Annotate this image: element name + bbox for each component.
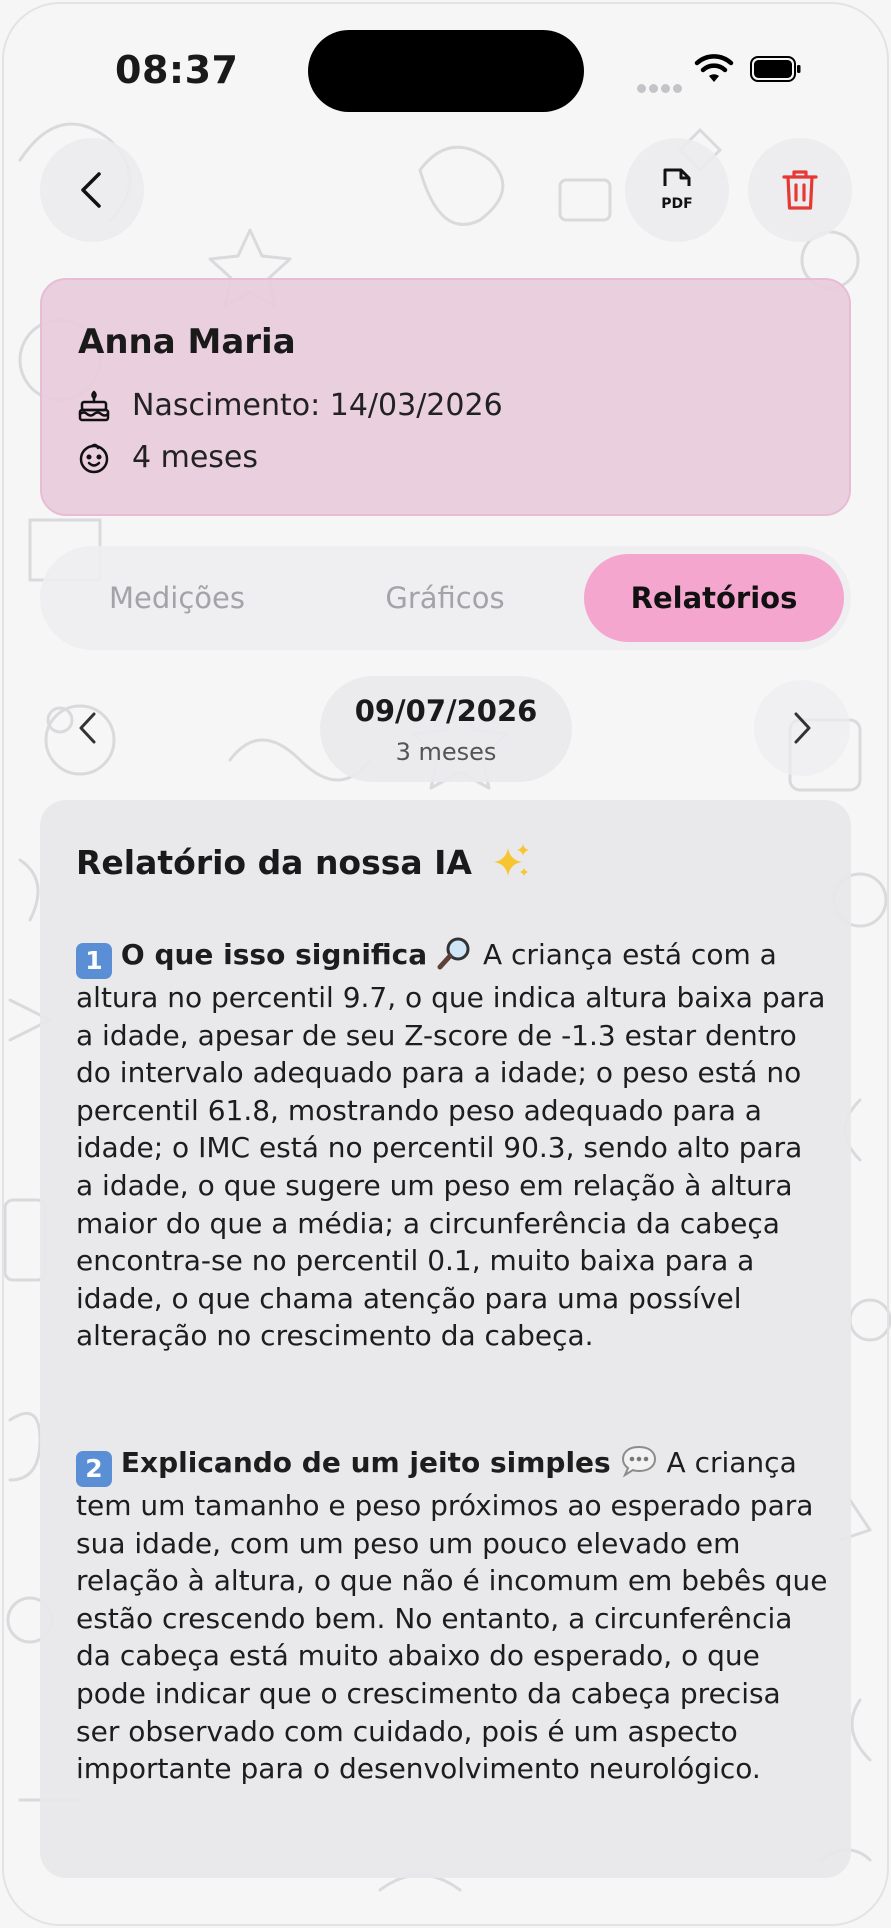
wifi-icon <box>694 54 734 82</box>
next-report-button[interactable] <box>754 680 850 776</box>
ai-report-card: Relatório da nossa IA 1 O que isso signi… <box>40 800 851 1878</box>
tab-medicoes[interactable]: Medições <box>40 554 314 642</box>
section-body: A criança tem um tamanho e peso próximos… <box>76 1446 828 1786</box>
speech-bubble-icon <box>621 1445 656 1478</box>
child-name: Anna Maria <box>78 322 296 362</box>
report-title: Relatório da nossa IA <box>76 842 532 882</box>
report-section-meaning: 1 O que isso significa A criança está co… <box>76 936 828 1355</box>
dynamic-island <box>308 30 584 112</box>
battery-icon <box>750 56 801 82</box>
magnifier-icon <box>437 937 470 970</box>
chevron-left-icon <box>79 712 96 744</box>
trash-icon <box>782 170 818 210</box>
app-screen: 08:37 PDF Anna Maria Nascimento: 14/03/2… <box>0 0 891 1928</box>
delete-button[interactable] <box>748 138 852 242</box>
pdf-icon-label: PDF <box>661 196 692 212</box>
baby-face-icon <box>79 443 109 473</box>
child-age: 4 meses <box>132 440 259 475</box>
section-tabs: Medições Gráficos Relatórios <box>40 546 851 650</box>
report-date-pill: 09/07/2026 3 meses <box>320 676 572 782</box>
chevron-left-icon <box>81 172 101 208</box>
export-pdf-button[interactable]: PDF <box>625 138 729 242</box>
section-heading: Explicando de um jeito simples <box>120 1446 611 1479</box>
number-two-badge: 2 <box>76 1451 112 1487</box>
chevron-right-icon <box>794 712 811 744</box>
pdf-icon: PDF <box>661 168 693 212</box>
birthday-cake-icon <box>78 390 110 421</box>
age-row: 4 meses <box>78 440 258 475</box>
birth-date: Nascimento: 14/03/2026 <box>132 388 503 423</box>
birth-row: Nascimento: 14/03/2026 <box>78 388 503 423</box>
report-date: 09/07/2026 <box>354 694 538 728</box>
tab-graficos[interactable]: Gráficos <box>308 554 582 642</box>
sparkles-icon <box>493 844 529 876</box>
report-title-text: Relatório da nossa IA <box>76 842 472 882</box>
number-one-badge: 1 <box>76 943 112 979</box>
report-age: 3 meses <box>395 738 497 766</box>
section-body: A criança está com a altura no percentil… <box>76 938 826 1353</box>
status-time: 08:37 <box>115 48 239 92</box>
previous-report-button[interactable] <box>40 680 136 776</box>
section-heading: O que isso significa <box>120 938 428 971</box>
cellular-signal-icon <box>637 78 685 97</box>
back-button[interactable] <box>40 138 144 242</box>
child-profile-card: Anna Maria Nascimento: 14/03/2026 4 mese… <box>40 278 851 516</box>
report-section-simple: 2 Explicando de um jeito simples A crian… <box>76 1444 828 1788</box>
tab-relatorios[interactable]: Relatórios <box>584 554 844 642</box>
